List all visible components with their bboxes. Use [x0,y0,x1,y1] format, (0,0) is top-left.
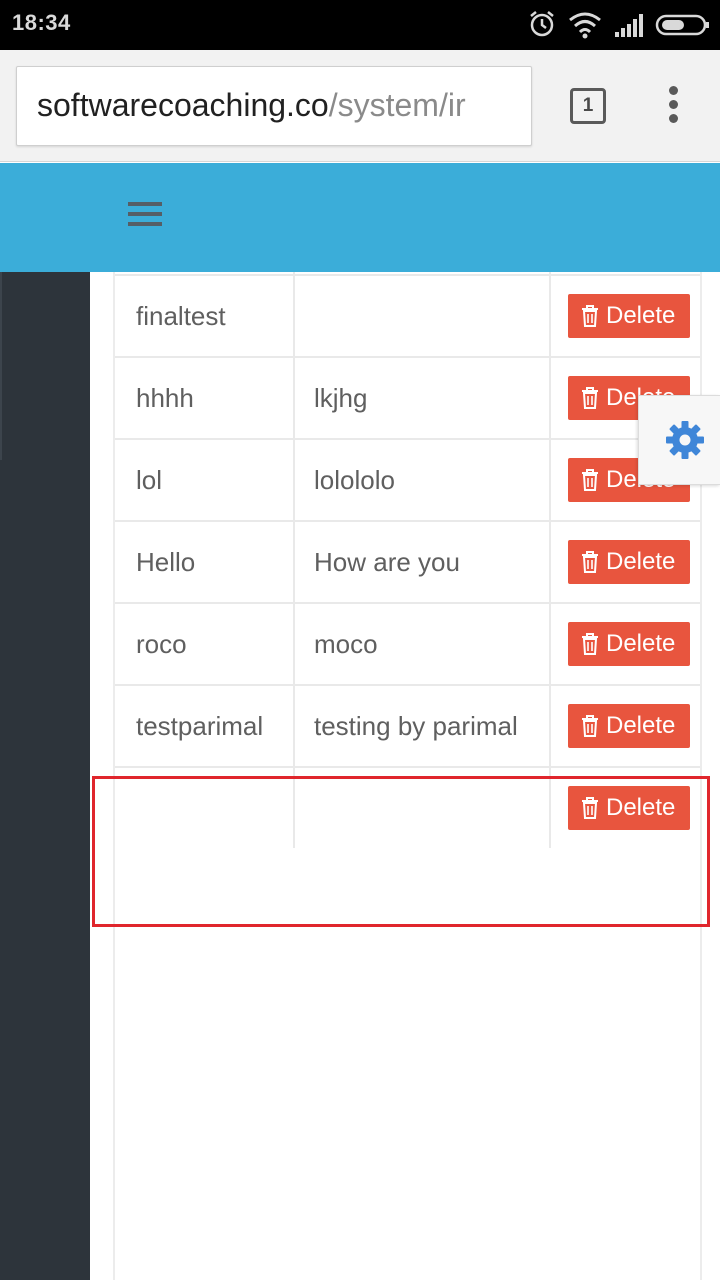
cell-col2: lolololo [314,465,395,495]
tabs-icon[interactable]: 1 [570,88,606,124]
delete-label: Delete [606,630,676,657]
cell-col1: Hello [136,547,196,577]
delete-label: Delete [606,548,676,575]
battery-icon [655,14,709,36]
url-path: /system/ir [328,87,466,123]
cell-col2: testing by parimal [314,711,518,741]
status-bar: 18:34 [0,0,720,50]
signal-icon [615,14,643,37]
wifi-icon [569,12,601,39]
cell-col1: lol [136,465,163,495]
delete-button[interactable]: Delete [568,622,690,666]
tab-count: 1 [582,95,594,116]
cell-col2: lkjhg [314,383,368,413]
address-bar[interactable]: softwarecoaching.co/system/ir [16,66,532,146]
trash-icon [582,715,598,737]
app-header [0,163,720,272]
overflow-menu-icon[interactable] [664,86,684,128]
status-time: 18:34 [12,10,71,35]
trash-icon [582,387,598,409]
delete-button[interactable]: Delete [568,294,690,338]
cell-col1: testparimal [136,711,264,741]
browser-toolbar: softwarecoaching.co/system/ir 1 [0,50,720,162]
table-row: testparimal testing by parimal Delete [115,684,700,766]
hamburger-menu-icon[interactable] [128,202,162,228]
table-row: hhhh lkjhg Delete [115,356,700,438]
alarm-icon [530,11,554,37]
settings-widget[interactable] [638,395,720,485]
cell-col2: moco [314,629,378,659]
trash-icon [582,551,598,573]
cell-col2 [314,276,548,356]
cell-col1: finaltest [136,301,226,331]
table-row: lol lolololo Delete [115,438,700,520]
table-row: finaltest Delete [115,274,700,356]
delete-button[interactable]: Delete [568,704,690,748]
trash-icon [582,469,598,491]
url-host: softwarecoaching.co [37,87,329,123]
trash-icon [582,633,598,655]
url-text[interactable]: softwarecoaching.co/system/ir [37,87,466,124]
sidebar [0,272,90,1280]
highlight-box [92,776,710,927]
cell-col2: How are you [314,547,460,577]
trash-icon [582,305,598,327]
gear-icon [666,421,704,459]
sidebar-edge [0,272,2,460]
delete-label: Delete [606,302,676,329]
delete-label: Delete [606,712,676,739]
table-row: Hello How are you Delete [115,520,700,602]
delete-button[interactable]: Delete [568,540,690,584]
cell-col1: hhhh [136,383,194,413]
cell-col1: roco [136,629,187,659]
table-row: roco moco Delete [115,602,700,684]
